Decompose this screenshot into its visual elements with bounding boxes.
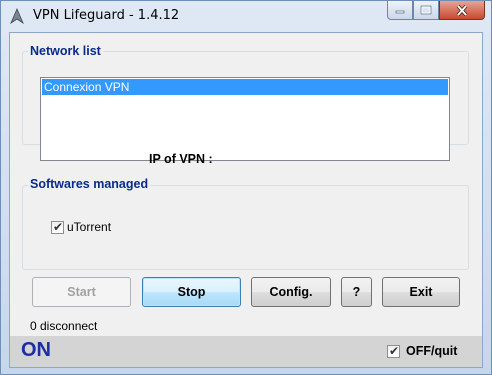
stop-button[interactable]: Stop	[142, 277, 241, 307]
window-title: VPN Lifeguard - 1.4.12	[33, 8, 180, 23]
maximize-button[interactable]	[413, 1, 439, 20]
client-area: Network list Connexion VPN IP of VPN : S…	[9, 32, 483, 368]
utorrent-checkbox[interactable]: ✔	[51, 220, 64, 234]
exit-button[interactable]: Exit	[382, 277, 460, 307]
ip-of-vpn-label: IP of VPN :	[149, 152, 213, 166]
start-button[interactable]: Start	[32, 277, 131, 307]
close-button[interactable]	[439, 1, 485, 20]
vpn-app-icon	[10, 8, 24, 24]
disconnect-count: 0 disconnect	[30, 319, 98, 333]
off-quit-checkbox[interactable]: ✔	[387, 344, 400, 358]
network-listbox[interactable]: Connexion VPN	[40, 77, 450, 161]
app-window: VPN Lifeguard - 1.4.12 Network list Conn…	[0, 0, 492, 375]
vpn-state-label: ON	[21, 339, 51, 361]
close-icon	[456, 4, 468, 16]
network-list-label: Network list	[28, 44, 103, 58]
minimize-icon	[395, 10, 405, 14]
utorrent-label[interactable]: uTorrent	[67, 220, 111, 234]
maximize-icon	[420, 5, 432, 15]
network-list-item[interactable]: Connexion VPN	[42, 79, 448, 95]
help-button[interactable]: ?	[341, 277, 372, 307]
config-button[interactable]: Config.	[251, 277, 331, 307]
window-controls	[387, 1, 485, 21]
softwares-managed-label: Softwares managed	[28, 177, 151, 191]
checkmark-icon: ✔	[389, 344, 400, 358]
title-bar[interactable]: VPN Lifeguard - 1.4.12	[1, 1, 491, 31]
off-quit-label[interactable]: OFF/quit	[406, 344, 457, 358]
minimize-button[interactable]	[387, 1, 413, 20]
checkmark-icon: ✔	[53, 220, 64, 234]
